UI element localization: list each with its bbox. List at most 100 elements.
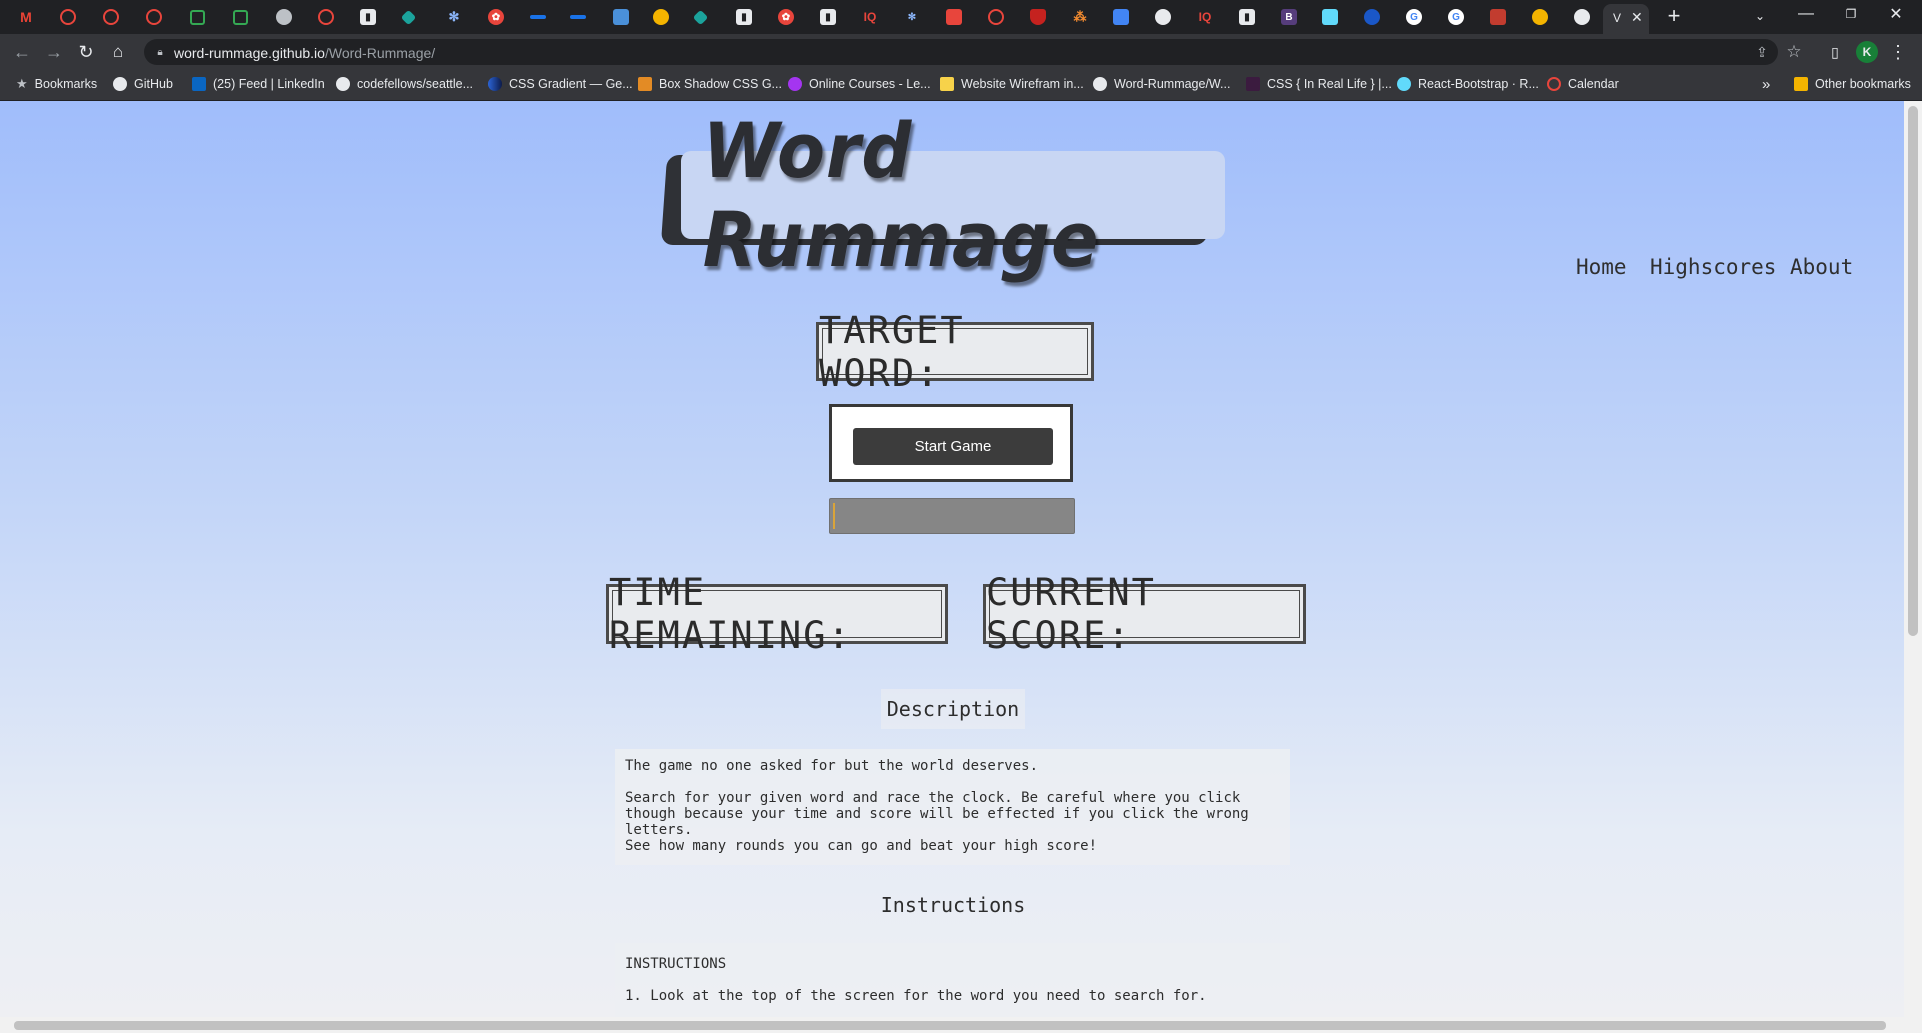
tab[interactable]: [530, 6, 546, 28]
tab[interactable]: [692, 6, 709, 28]
globe-icon: [276, 9, 292, 25]
tab[interactable]: [190, 6, 205, 28]
url-host: word-rummage.github.io: [174, 45, 325, 61]
tab[interactable]: ▮: [820, 6, 836, 28]
active-tab-label: V: [1613, 11, 1622, 25]
restore-button[interactable]: ❐: [1841, 4, 1861, 24]
bookmark-item[interactable]: React-Bootstrap · R...: [1397, 76, 1539, 92]
new-tab-button[interactable]: +: [1664, 3, 1684, 28]
google-icon: G: [1448, 9, 1464, 25]
tab[interactable]: IQ: [1197, 6, 1213, 28]
bookmark-item[interactable]: GitHub: [113, 76, 173, 92]
tab[interactable]: [400, 6, 417, 28]
profile-avatar[interactable]: K: [1856, 41, 1878, 63]
tab[interactable]: G: [1448, 6, 1464, 28]
tab[interactable]: [653, 6, 669, 28]
tab[interactable]: [1490, 6, 1506, 28]
tab[interactable]: ⁂: [1072, 6, 1088, 28]
udemy-icon: [788, 77, 802, 91]
tab[interactable]: [1364, 6, 1380, 28]
dash-icon: [530, 15, 546, 19]
bootstrap-icon: B: [1281, 9, 1297, 25]
trello-icon: ▮: [820, 9, 836, 25]
tab[interactable]: [60, 6, 76, 28]
box-icon: [638, 77, 652, 91]
folder-icon: [1794, 77, 1808, 91]
bookmark-item[interactable]: CSS { In Real Life } |...: [1246, 76, 1392, 92]
vertical-scroll-thumb[interactable]: [1908, 106, 1918, 636]
tab[interactable]: [318, 6, 334, 28]
bookmark-item[interactable]: (25) Feed | LinkedIn: [192, 76, 325, 92]
bookmarks-overflow-button[interactable]: »: [1762, 76, 1770, 93]
forward-arrow-icon[interactable]: →: [44, 42, 64, 62]
tab[interactable]: [146, 6, 162, 28]
iq-icon: IQ: [1198, 10, 1212, 24]
tab-gmail[interactable]: M: [18, 6, 34, 28]
tab[interactable]: [1322, 6, 1338, 28]
tab[interactable]: [988, 6, 1004, 28]
text-caret: [833, 503, 835, 529]
bookmark-item[interactable]: Online Courses - Le...: [788, 76, 931, 92]
url-text[interactable]: word-rummage.github.io/Word-Rummage/: [174, 45, 435, 61]
lock-icon[interactable]: 🔒︎: [154, 44, 166, 60]
calendar-icon: [1547, 77, 1561, 91]
tab[interactable]: [613, 6, 629, 28]
bookmark-item[interactable]: Website Wirefram in...: [940, 76, 1084, 92]
nav-home[interactable]: Home: [1576, 255, 1627, 279]
bookmark-item[interactable]: codefellows/seattle...: [336, 76, 473, 92]
tab[interactable]: [1030, 6, 1046, 28]
gear-icon: ✻: [448, 9, 460, 24]
bookmark-item[interactable]: CSS Gradient — Ge...: [488, 76, 633, 92]
page-viewport: Word Rummage Home Highscores About TARGE…: [0, 101, 1904, 1017]
minimize-button[interactable]: —: [1796, 4, 1816, 24]
tab[interactable]: [1113, 6, 1129, 28]
tab[interactable]: [276, 6, 292, 28]
tab[interactable]: [103, 6, 119, 28]
tab[interactable]: [1532, 6, 1548, 28]
tab[interactable]: G: [1406, 6, 1422, 28]
other-bookmarks[interactable]: Other bookmarks: [1794, 76, 1911, 92]
tab[interactable]: ▮: [1239, 6, 1255, 28]
github-icon: [1155, 9, 1171, 25]
start-game-button[interactable]: Start Game: [853, 428, 1053, 465]
bookmark-item[interactable]: Word-Rummage/W...: [1093, 76, 1230, 92]
side-panel-icon[interactable]: ▯: [1825, 42, 1845, 62]
tab-search-icon[interactable]: ⌄: [1750, 6, 1770, 26]
bookmark-item[interactable]: Box Shadow CSS G...: [638, 76, 782, 92]
word-input[interactable]: [829, 498, 1075, 534]
tab[interactable]: [1574, 6, 1590, 28]
tab[interactable]: ✻: [446, 6, 462, 28]
back-arrow-icon[interactable]: ←: [12, 42, 32, 62]
bookmark-item[interactable]: Calendar: [1547, 76, 1619, 92]
circle-icon: [146, 9, 162, 25]
menu-dots-icon[interactable]: ⋮: [1888, 42, 1908, 62]
tab[interactable]: [570, 6, 586, 28]
horizontal-scroll-thumb[interactable]: [14, 1021, 1886, 1030]
tab[interactable]: B: [1281, 6, 1297, 28]
tab-active[interactable]: V ✕: [1603, 4, 1649, 34]
close-tab-icon[interactable]: ✕: [1631, 9, 1643, 26]
tab[interactable]: IQ: [862, 6, 878, 28]
tab[interactable]: [233, 6, 248, 28]
tab[interactable]: ▮: [360, 6, 376, 28]
bookmark-item[interactable]: ★ Bookmarks: [16, 76, 97, 92]
reload-icon[interactable]: ↻: [76, 42, 96, 62]
close-window-button[interactable]: ✕: [1886, 4, 1906, 24]
tab[interactable]: ▮: [736, 6, 752, 28]
github-icon: [113, 77, 127, 91]
nav-about[interactable]: About: [1790, 255, 1853, 279]
nodes-icon: ⁂: [1073, 9, 1087, 24]
tab[interactable]: [946, 6, 962, 28]
nav-highscores[interactable]: Highscores: [1650, 255, 1776, 279]
site-logo[interactable]: Word Rummage: [681, 106, 1225, 284]
share-icon[interactable]: ⇪: [1752, 42, 1772, 62]
tab[interactable]: ✿: [778, 6, 794, 28]
current-score-box: CURRENT SCORE:: [983, 571, 1306, 657]
pattern-icon: [1490, 9, 1506, 25]
tab[interactable]: ✻: [904, 6, 920, 28]
tab[interactable]: ✿: [488, 6, 504, 28]
home-icon[interactable]: ⌂: [108, 42, 128, 62]
tab[interactable]: [1155, 6, 1171, 28]
docs-icon: [1113, 9, 1129, 25]
bookmark-star-icon[interactable]: ☆: [1784, 42, 1804, 62]
